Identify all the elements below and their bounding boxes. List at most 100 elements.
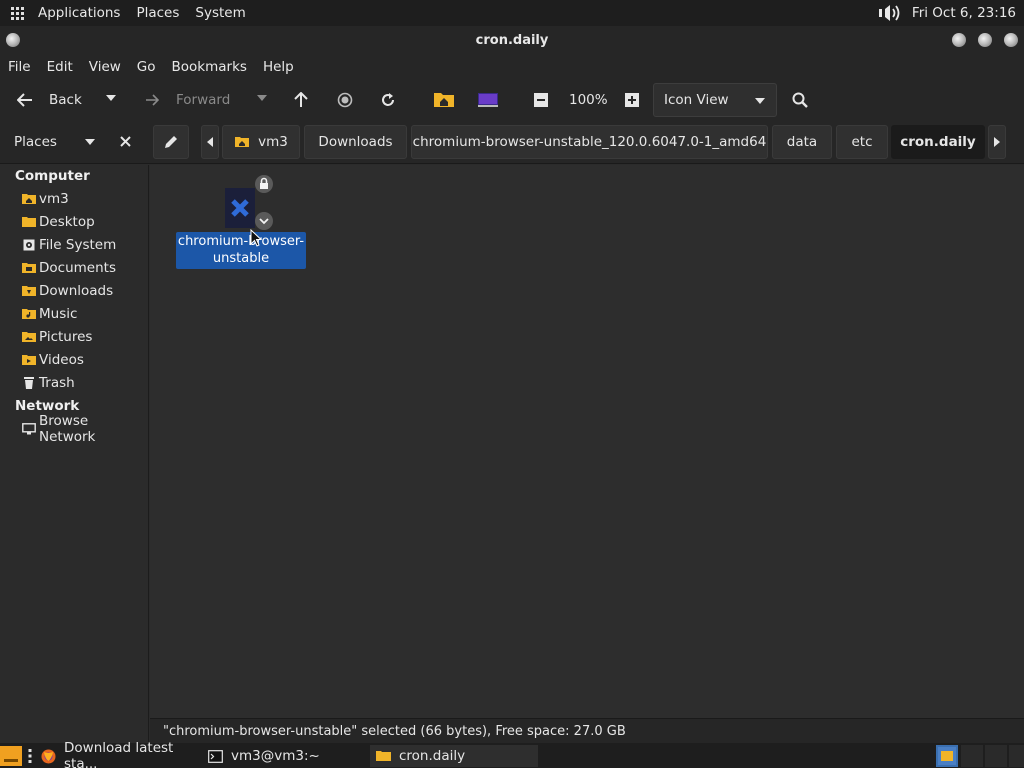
back-history-chevron-icon[interactable] (105, 94, 117, 102)
file-item-label[interactable]: chromium-browser- unstable (176, 232, 306, 269)
close-icon[interactable] (1004, 33, 1018, 47)
forward-label: Forward (176, 92, 231, 108)
path-scroll-right-button[interactable] (988, 125, 1006, 159)
mouse-cursor-icon (250, 229, 262, 247)
symlink-emblem-icon (255, 212, 273, 230)
bottom-panel: Download latest sta... vm3@vm3:~ cron.da… (0, 740, 1024, 768)
applications-grid-icon[interactable] (4, 0, 30, 26)
file-view[interactable]: chromium-browser- unstable (150, 165, 1024, 718)
chevron-right-icon (994, 137, 1000, 147)
system-menu[interactable]: System (187, 0, 253, 26)
sidebar-item-music[interactable]: Music (22, 304, 77, 324)
trash-icon (22, 376, 36, 390)
sidebar-item-file-system[interactable]: File System (22, 235, 116, 255)
show-desktop-icon[interactable] (0, 746, 22, 766)
places-menu[interactable]: Places (128, 0, 187, 26)
path-scroll-left-button[interactable] (201, 125, 219, 159)
pencil-icon (163, 134, 179, 150)
music-folder-icon (22, 307, 36, 321)
sidebar-mode-select[interactable]: Places (0, 120, 150, 164)
documents-folder-icon (22, 261, 36, 275)
arrow-right-icon (143, 94, 161, 106)
sidebar-item-desktop[interactable]: Desktop (22, 212, 95, 232)
menu-file[interactable]: File (0, 54, 39, 80)
arrow-left-icon (14, 93, 36, 107)
back-button[interactable]: Back (14, 84, 82, 116)
executable-file-icon (224, 188, 258, 228)
window-menu-icon[interactable] (6, 33, 20, 47)
chevron-down-icon (84, 138, 96, 146)
pictures-folder-icon (22, 330, 36, 344)
downloads-folder-icon (22, 284, 36, 298)
forward-history-chevron-icon[interactable] (256, 94, 268, 102)
network-icon (22, 422, 36, 436)
volume-icon[interactable] (876, 0, 906, 26)
sidebar-item-trash[interactable]: Trash (22, 373, 75, 393)
sidebar-item-videos[interactable]: Videos (22, 350, 84, 370)
folder-icon (376, 750, 391, 762)
crumb-data[interactable]: data (772, 125, 832, 159)
maximize-icon[interactable] (978, 33, 992, 47)
places-label: Places (14, 134, 57, 150)
menu-view[interactable]: View (81, 54, 129, 80)
forward-button[interactable]: Forward (143, 84, 230, 116)
sidebar-item-vm3[interactable]: vm3 (22, 189, 69, 209)
folder-icon (22, 215, 36, 229)
sidebar-item-documents[interactable]: Documents (22, 258, 116, 278)
crumb-cron-daily[interactable]: cron.daily (891, 125, 985, 159)
crumb-downloads[interactable]: Downloads (304, 125, 407, 159)
sidebar-item-downloads[interactable]: Downloads (22, 281, 113, 301)
sidebar-heading-computer: Computer (15, 168, 90, 184)
zoom-out-icon[interactable] (534, 93, 548, 107)
window-titlebar[interactable]: cron.daily (0, 26, 1024, 54)
menu-help[interactable]: Help (255, 54, 302, 80)
zoom-in-icon[interactable] (625, 93, 639, 107)
location-bar: Places vm3 Downloads chromium-browser-un… (0, 120, 1024, 164)
menubar: File Edit View Go Bookmarks Help (0, 54, 1024, 80)
task-terminal[interactable]: vm3@vm3:~ (202, 745, 367, 767)
stop-icon[interactable] (337, 92, 353, 108)
task-firefox[interactable]: Download latest sta... (35, 740, 200, 768)
workspace-1-icon[interactable] (936, 745, 958, 767)
view-mode-select[interactable]: Icon View (653, 83, 777, 117)
crumb-etc[interactable]: etc (836, 125, 888, 159)
sidebar-item-browse-network[interactable]: Browse Network (22, 413, 148, 445)
edit-location-button[interactable] (153, 125, 189, 159)
workspace-4-icon[interactable] (1009, 745, 1024, 767)
applications-menu[interactable]: Applications (30, 0, 128, 26)
crumb-chromium-package[interactable]: chromium-browser-unstable_120.0.6047.0-1… (411, 125, 768, 159)
top-panel: Applications Places System Fri Oct 6, 23… (0, 0, 1024, 26)
up-arrow-icon[interactable] (294, 92, 308, 108)
workspace-3-icon[interactable] (985, 745, 1007, 767)
firefox-icon (41, 749, 56, 764)
menu-go[interactable]: Go (129, 54, 164, 80)
window-title: cron.daily (475, 32, 549, 48)
toolbar: Back Forward 100% Icon View (0, 80, 1024, 120)
zoom-level: 100% (569, 92, 608, 108)
home-folder-icon (234, 136, 250, 148)
view-mode-label: Icon View (664, 92, 729, 108)
videos-folder-icon (22, 353, 36, 367)
drive-icon (22, 238, 36, 252)
task-cron-daily[interactable]: cron.daily (370, 745, 538, 767)
chevron-down-icon (754, 97, 766, 105)
crumb-vm3[interactable]: vm3 (222, 125, 300, 159)
status-text: "chromium-browser-unstable" selected (66… (163, 723, 626, 739)
home-folder-icon[interactable] (433, 90, 455, 108)
search-icon[interactable] (792, 92, 808, 108)
reload-icon[interactable] (380, 92, 396, 108)
panel-clock[interactable]: Fri Oct 6, 23:16 (906, 5, 1024, 21)
sidebar-heading-network: Network (15, 398, 80, 414)
minimize-icon[interactable] (952, 33, 966, 47)
menu-bookmarks[interactable]: Bookmarks (164, 54, 255, 80)
sidebar-item-pictures[interactable]: Pictures (22, 327, 92, 347)
places-sidebar: Computer vm3 Desktop File System Documen… (0, 165, 149, 743)
lock-emblem-icon (255, 175, 273, 193)
menu-edit[interactable]: Edit (39, 54, 81, 80)
status-bar: "chromium-browser-unstable" selected (66… (150, 718, 1024, 743)
computer-icon[interactable] (477, 90, 499, 108)
panel-handle-icon[interactable] (27, 748, 33, 764)
chevron-left-icon (207, 137, 213, 147)
close-sidebar-icon[interactable] (120, 136, 131, 147)
workspace-2-icon[interactable] (961, 745, 983, 767)
